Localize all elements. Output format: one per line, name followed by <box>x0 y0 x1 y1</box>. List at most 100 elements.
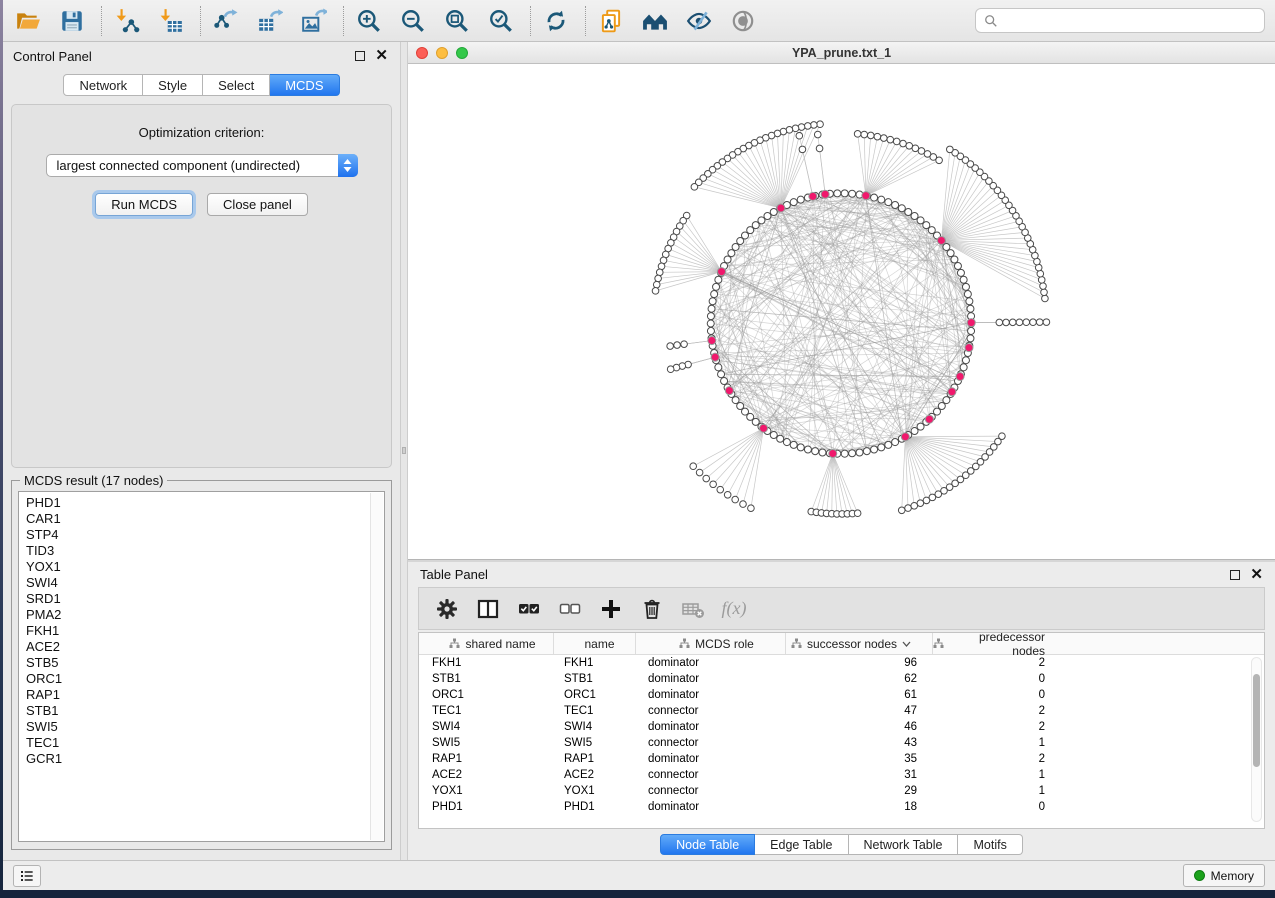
select-all-icon <box>517 597 541 621</box>
first-neighbors-icon <box>642 8 668 34</box>
mcds-result-list[interactable]: PHD1 CAR1 STP4 TID3 YOX1 SWI4 SRD1 PMA2 … <box>18 491 385 842</box>
optimization-criterion-select[interactable]: largest connected component (undirected) <box>46 154 358 177</box>
table-row[interactable]: FKH1FKH1dominator962 <box>419 655 1264 671</box>
close-panel-icon[interactable]: ✕ <box>375 51 388 61</box>
float-panel-icon[interactable] <box>355 51 365 61</box>
search-icon <box>984 14 998 28</box>
table-row[interactable]: ORC1ORC1dominator610 <box>419 687 1264 703</box>
optimization-criterion-label: Optimization criterion: <box>139 125 265 140</box>
close-panel-button[interactable]: Close panel <box>207 193 308 216</box>
import-table-button[interactable] <box>154 4 188 38</box>
mcds-result-group: MCDS result (17 nodes) PHD1 CAR1 STP4 TI… <box>11 480 392 850</box>
column-header-successor-nodes[interactable]: successor nodes <box>786 633 933 654</box>
zoom-selected-icon <box>488 8 514 34</box>
table-row[interactable]: SWI4SWI4dominator462 <box>419 719 1264 735</box>
zoom-out-icon <box>400 8 426 34</box>
network-window-titlebar[interactable]: YPA_prune.txt_1 <box>408 42 1275 64</box>
zoom-selected-button[interactable] <box>484 4 518 38</box>
column-header-mcds-role[interactable]: MCDS role <box>636 633 786 654</box>
zoom-in-button[interactable] <box>352 4 386 38</box>
column-header-shared-name[interactable]: shared name <box>419 633 554 654</box>
tab-select[interactable]: Select <box>203 74 270 96</box>
mcds-result-item[interactable]: FKH1 <box>26 623 384 639</box>
table-row[interactable]: PHD1PHD1dominator180 <box>419 799 1264 815</box>
tab-style[interactable]: Style <box>143 74 203 96</box>
mcds-list-scrollbar[interactable] <box>370 493 383 840</box>
show-column-panel-button[interactable] <box>476 597 500 621</box>
close-table-panel-icon[interactable]: ✕ <box>1250 570 1263 580</box>
deselect-all-rows-button[interactable] <box>558 597 582 621</box>
open-folder-icon <box>15 8 41 34</box>
table-scrollbar-thumb[interactable] <box>1253 674 1260 767</box>
dropdown-stepper-icon <box>338 154 358 177</box>
panel-splitter[interactable] <box>400 42 408 860</box>
function-builder-button-disabled[interactable]: f(x) <box>722 597 746 621</box>
mcds-result-item[interactable]: ORC1 <box>26 671 384 687</box>
table-row[interactable]: SWI5SWI5connector431 <box>419 735 1264 751</box>
window-minimize-icon[interactable] <box>436 47 448 59</box>
tab-network-table[interactable]: Network Table <box>849 834 959 855</box>
table-row[interactable]: YOX1YOX1connector291 <box>419 783 1264 799</box>
task-history-button[interactable] <box>13 865 41 887</box>
mcds-result-item[interactable]: SWI5 <box>26 719 384 735</box>
mcds-result-item[interactable]: STB5 <box>26 655 384 671</box>
search-input[interactable] <box>975 8 1265 33</box>
select-all-rows-button[interactable] <box>517 597 541 621</box>
mcds-result-item[interactable]: GCR1 <box>26 751 384 767</box>
table-row[interactable]: RAP1RAP1dominator352 <box>419 751 1264 767</box>
export-image-button[interactable] <box>297 4 331 38</box>
tab-edge-table[interactable]: Edge Table <box>755 834 848 855</box>
tab-mcds[interactable]: MCDS <box>270 74 339 96</box>
save-session-button[interactable] <box>55 4 89 38</box>
zoom-in-icon <box>356 8 382 34</box>
tab-node-table[interactable]: Node Table <box>660 834 755 855</box>
mcds-result-item[interactable]: SRD1 <box>26 591 384 607</box>
show-all-button[interactable] <box>726 4 760 38</box>
export-table-button[interactable] <box>253 4 287 38</box>
run-mcds-button[interactable]: Run MCDS <box>95 193 193 216</box>
mcds-result-item[interactable]: YOX1 <box>26 559 384 575</box>
hide-selected-button[interactable] <box>682 4 716 38</box>
mcds-result-item[interactable]: ACE2 <box>26 639 384 655</box>
mcds-result-item[interactable]: PHD1 <box>26 495 384 511</box>
mcds-result-item[interactable]: PMA2 <box>26 607 384 623</box>
first-neighbors-button[interactable] <box>638 4 672 38</box>
column-header-predecessor-nodes[interactable]: predecessor nodes <box>933 633 1101 654</box>
clear-table-button-disabled[interactable] <box>681 597 705 621</box>
tab-motifs[interactable]: Motifs <box>958 834 1022 855</box>
mcds-result-item[interactable]: STP4 <box>26 527 384 543</box>
optimization-criterion-value: largest connected component (undirected) <box>47 158 338 173</box>
zoom-fit-button[interactable] <box>440 4 474 38</box>
network-graph[interactable] <box>408 64 1275 559</box>
create-column-button[interactable] <box>599 597 623 621</box>
mcds-result-item[interactable]: TEC1 <box>26 735 384 751</box>
window-maximize-icon[interactable] <box>456 47 468 59</box>
toolbar-separator <box>101 6 102 36</box>
tab-network[interactable]: Network <box>63 74 143 96</box>
application-window: Control Panel ✕ Network Style Select MCD… <box>3 0 1275 890</box>
table-row[interactable]: ACE2ACE2connector311 <box>419 767 1264 783</box>
network-canvas[interactable] <box>408 64 1275 559</box>
hide-eye-icon <box>686 8 712 34</box>
open-file-button[interactable] <box>11 4 45 38</box>
mcds-result-item[interactable]: STB1 <box>26 703 384 719</box>
refresh-button[interactable] <box>539 4 573 38</box>
mcds-result-item[interactable]: RAP1 <box>26 687 384 703</box>
import-network-button[interactable] <box>110 4 144 38</box>
float-table-panel-icon[interactable] <box>1230 570 1240 580</box>
table-row[interactable]: TEC1TEC1connector472 <box>419 703 1264 719</box>
delete-column-button[interactable] <box>640 597 664 621</box>
mcds-result-item[interactable]: TID3 <box>26 543 384 559</box>
table-settings-button[interactable] <box>435 597 459 621</box>
mcds-result-item[interactable]: CAR1 <box>26 511 384 527</box>
clone-network-button[interactable] <box>594 4 628 38</box>
export-network-button[interactable] <box>209 4 243 38</box>
zoom-out-button[interactable] <box>396 4 430 38</box>
mcds-result-item[interactable]: SWI4 <box>26 575 384 591</box>
table-row[interactable]: STB1STB1dominator620 <box>419 671 1264 687</box>
table-scrollbar[interactable] <box>1251 657 1262 822</box>
window-close-icon[interactable] <box>416 47 428 59</box>
memory-button[interactable]: Memory <box>1183 864 1265 887</box>
column-header-name[interactable]: name <box>554 633 636 654</box>
clone-network-icon <box>598 8 624 34</box>
